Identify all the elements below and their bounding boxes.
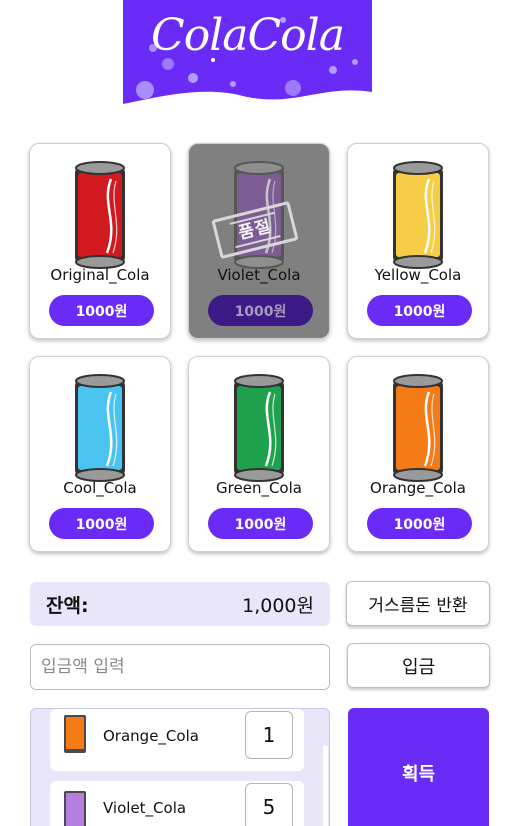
price-button[interactable]: 1000원 [49, 295, 154, 326]
price-button[interactable]: 1000원 [208, 508, 313, 539]
product-card-cool-cola[interactable]: Cool_Cola 1000원 [29, 356, 171, 552]
balance-label: 잔액: [46, 594, 89, 617]
product-name: Original_Cola [50, 266, 150, 284]
product-name: Cool_Cola [63, 479, 137, 497]
product-name: Yellow_Cola [374, 266, 462, 284]
get-items-button[interactable]: 획득 [348, 708, 489, 826]
cola-can-icon [75, 374, 125, 482]
cart-list[interactable]: Orange_Cola 1 Violet_Cola 5 [30, 708, 330, 826]
product-card-orange-cola[interactable]: Orange_Cola 1000원 [347, 356, 489, 552]
product-name: Orange_Cola [370, 479, 466, 497]
price-button[interactable]: 1000원 [367, 508, 472, 539]
cola-can-icon [393, 374, 443, 482]
product-name: Green_Cola [216, 479, 302, 497]
cart-scrollbar[interactable] [323, 745, 328, 826]
cola-can-icon [64, 715, 86, 753]
deposit-button[interactable]: 입금 [347, 643, 490, 688]
price-button[interactable]: 1000원 [367, 295, 472, 326]
product-card-yellow-cola[interactable]: Yellow_Cola 1000원 [347, 143, 489, 339]
cola-can-icon [75, 161, 125, 269]
logo-text: ColaCola [151, 10, 345, 61]
product-card-violet-cola: 품절 Violet_Cola 1000원 [188, 143, 330, 339]
cola-can-icon [234, 374, 284, 482]
cart-item-name: Orange_Cola [103, 727, 199, 745]
cart-item-quantity: 5 [245, 783, 293, 826]
product-name: Violet_Cola [217, 266, 301, 284]
product-card-original-cola[interactable]: Original_Cola 1000원 [29, 143, 171, 339]
brand-logo: ColaCola [123, 0, 372, 104]
deposit-amount-input[interactable] [30, 644, 330, 690]
cart-item-name: Violet_Cola [103, 799, 187, 817]
product-card-green-cola[interactable]: Green_Cola 1000원 [188, 356, 330, 552]
product-grid: Original_Cola 1000원 품절 Violet_Cola 1000원… [29, 143, 490, 552]
cola-can-icon [64, 791, 86, 826]
cart-item: Violet_Cola 5 [50, 781, 304, 826]
cola-can-icon [393, 161, 443, 269]
cart-item-quantity: 1 [245, 711, 293, 759]
price-button: 1000원 [208, 295, 313, 326]
price-button[interactable]: 1000원 [49, 508, 154, 539]
return-change-button[interactable]: 거스름돈 반환 [346, 581, 490, 626]
balance-value: 1,000원 [242, 594, 314, 617]
balance-display: 잔액: 1,000원 [30, 582, 330, 626]
cart-item: Orange_Cola 1 [50, 709, 304, 771]
